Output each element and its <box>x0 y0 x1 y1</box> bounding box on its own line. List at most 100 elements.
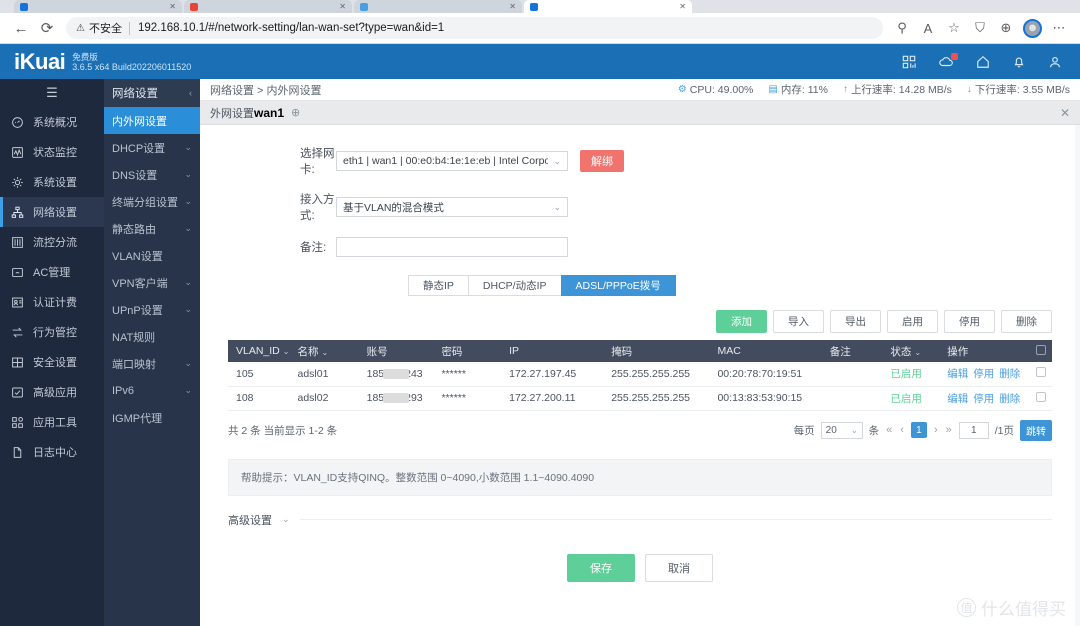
submenu-item-port-mapping[interactable]: 端口映射 ⌄ <box>104 350 200 377</box>
save-button[interactable]: 保存 <box>567 553 635 582</box>
delete-button[interactable]: 删除 <box>1001 310 1052 333</box>
note-input[interactable] <box>336 237 568 257</box>
cloud-icon[interactable] <box>938 52 958 69</box>
tab-close-icon[interactable]: ✕ <box>509 2 516 11</box>
jump-button[interactable]: 跳转 <box>1020 419 1052 441</box>
sidebar-item-app-tools[interactable]: 应用工具 <box>0 407 104 437</box>
column-name[interactable]: 名称 ⌄ <box>293 340 363 362</box>
dashboard-icon[interactable] <box>902 55 916 69</box>
select-all-checkbox[interactable] <box>1035 344 1046 355</box>
cancel-button[interactable]: 取消 <box>645 553 713 582</box>
back-icon[interactable]: ← <box>8 15 34 41</box>
browser-tab[interactable]: ✕ <box>354 0 522 13</box>
last-page-icon[interactable]: » <box>945 424 953 436</box>
column-vlan-id[interactable]: VLAN_ID ⌄ <box>228 340 294 362</box>
submenu-item-ipv6[interactable]: IPv6 ⌄ <box>104 377 200 404</box>
row-checkbox[interactable] <box>1035 391 1046 402</box>
tab-close-icon[interactable]: ✕ <box>679 2 686 11</box>
tab-static-ip[interactable]: 静态IP <box>408 275 468 296</box>
column-label: 备注 <box>829 345 851 358</box>
submenu-item-terminal-group[interactable]: 终端分组设置 ⌄ <box>104 188 200 215</box>
sidebar-item-advanced-apps[interactable]: 高级应用 <box>0 377 104 407</box>
goto-page-input[interactable]: 1 <box>958 421 989 439</box>
page-number-1[interactable]: 1 <box>910 422 927 438</box>
submenu-item-vlan[interactable]: VLAN设置 <box>104 242 200 269</box>
mode-select[interactable]: 基于VLAN的混合模式 ⌄ <box>336 197 568 217</box>
chevron-left-icon[interactable]: ‹ <box>189 88 192 98</box>
cell-row-checkbox[interactable] <box>1029 362 1052 387</box>
bell-icon[interactable] <box>1012 55 1026 69</box>
add-button[interactable]: 添加 <box>716 310 767 333</box>
column-mac: MAC <box>713 340 826 362</box>
sidebar-item-system-settings[interactable]: 系统设置 <box>0 167 104 197</box>
sidebar-item-security-settings[interactable]: 安全设置 <box>0 347 104 377</box>
collections-icon[interactable]: ⛉ <box>967 15 993 41</box>
browser-essentials-icon[interactable]: ⊕ <box>993 15 1019 41</box>
sidebar-item-status-monitor[interactable]: 状态监控 <box>0 137 104 167</box>
column-status[interactable]: 状态 ⌄ <box>886 340 944 362</box>
page-tab-name: wan1 <box>254 105 285 120</box>
import-button[interactable]: 导入 <box>773 310 824 333</box>
logo-text: iKuai <box>14 48 66 74</box>
table-row[interactable]: 108 adsl02 185 293 ****** 172.27.200.11 … <box>228 386 1052 411</box>
home-icon[interactable] <box>976 55 990 69</box>
export-button[interactable]: 导出 <box>830 310 881 333</box>
sidebar-item-ac-management[interactable]: AC管理 <box>0 257 104 287</box>
scrollbar-track[interactable] <box>1075 125 1080 626</box>
next-page-icon[interactable]: › <box>933 424 939 436</box>
cell-row-checkbox[interactable] <box>1029 386 1052 411</box>
row-disable-link[interactable]: 停用 <box>973 393 994 405</box>
disable-button[interactable]: 停用 <box>944 310 995 333</box>
add-tab-icon[interactable]: ⊕ <box>291 106 300 119</box>
nic-select[interactable]: eth1 | wan1 | 00:e0:b4:1e:1e:eb | Intel … <box>336 151 568 171</box>
submenu-item-dhcp[interactable]: DHCP设置 ⌄ <box>104 134 200 161</box>
submenu-item-vpn-client[interactable]: VPN客户端 ⌄ <box>104 269 200 296</box>
submenu-item-upnp[interactable]: UPnP设置 ⌄ <box>104 296 200 323</box>
sidebar-item-behavior-control[interactable]: 行为管控 <box>0 317 104 347</box>
submenu-item-igmp-proxy[interactable]: IGMP代理 <box>104 404 200 431</box>
key-icon[interactable]: ⚲ <box>889 15 915 41</box>
first-page-icon[interactable]: « <box>885 424 893 436</box>
row-edit-link[interactable]: 编辑 <box>947 368 968 380</box>
sidebar-item-system-overview[interactable]: 系统概况 <box>0 107 104 137</box>
enable-button[interactable]: 启用 <box>887 310 938 333</box>
sidebar-collapse-icon[interactable]: ☰ <box>0 79 104 107</box>
per-page-select[interactable]: 20 ⌄ <box>820 421 863 439</box>
user-icon[interactable] <box>1048 55 1062 69</box>
column-select-all[interactable] <box>1029 340 1052 362</box>
prev-page-icon[interactable]: ‹ <box>899 424 905 436</box>
browser-tab-active[interactable]: ✕ <box>524 0 692 13</box>
tab-close-icon[interactable]: ✕ <box>169 2 176 11</box>
submenu-item-lan-wan[interactable]: 内外网设置 <box>104 107 200 134</box>
browser-tab[interactable]: ✕ <box>14 0 182 13</box>
browser-tab[interactable]: ✕ <box>184 0 352 13</box>
sidebar-item-traffic-control[interactable]: 流控分流 <box>0 227 104 257</box>
more-icon[interactable]: ⋯ <box>1046 15 1072 41</box>
row-delete-link[interactable]: 删除 <box>999 393 1020 405</box>
submenu-item-dns[interactable]: DNS设置 ⌄ <box>104 161 200 188</box>
reload-icon[interactable]: ⟳ <box>34 15 60 41</box>
row-delete-link[interactable]: 删除 <box>999 368 1020 380</box>
profile-avatar[interactable]: ☻ <box>1023 18 1042 38</box>
submenu-item-nat-rule[interactable]: NAT规则 <box>104 323 200 350</box>
read-aloud-icon[interactable]: A <box>915 15 941 41</box>
tab-dhcp[interactable]: DHCP/动态IP <box>467 275 561 296</box>
cpu-status: ⚙ CPU: 49.00% <box>678 84 754 96</box>
close-icon[interactable]: ✕ <box>1060 106 1070 120</box>
table-row[interactable]: 105 adsl01 185 243 ****** 172.27.197.45 … <box>228 362 1052 387</box>
row-edit-link[interactable]: 编辑 <box>947 393 968 405</box>
tab-close-icon[interactable]: ✕ <box>339 2 346 11</box>
address-bar[interactable]: ⚠ 不安全 192.168.10.1/#/network-setting/lan… <box>66 17 883 39</box>
sidebar-item-auth-billing[interactable]: 认证计费 <box>0 287 104 317</box>
sidebar-item-network-settings[interactable]: 网络设置 <box>0 197 104 227</box>
row-checkbox[interactable] <box>1035 367 1046 378</box>
submenu-item-static-route[interactable]: 静态路由 ⌄ <box>104 215 200 242</box>
submenu-item-label: IGMP代理 <box>112 412 163 425</box>
row-disable-link[interactable]: 停用 <box>973 368 994 380</box>
advanced-settings-toggle[interactable]: 高级设置 ⌄ <box>228 512 1052 528</box>
favorite-icon[interactable]: ☆ <box>941 15 967 41</box>
cell-status: 已启用 <box>886 386 944 411</box>
tab-pppoe[interactable]: ADSL/PPPoE拨号 <box>560 275 676 296</box>
unbind-button[interactable]: 解绑 <box>580 150 624 172</box>
sidebar-item-log-center[interactable]: 日志中心 <box>0 437 104 467</box>
